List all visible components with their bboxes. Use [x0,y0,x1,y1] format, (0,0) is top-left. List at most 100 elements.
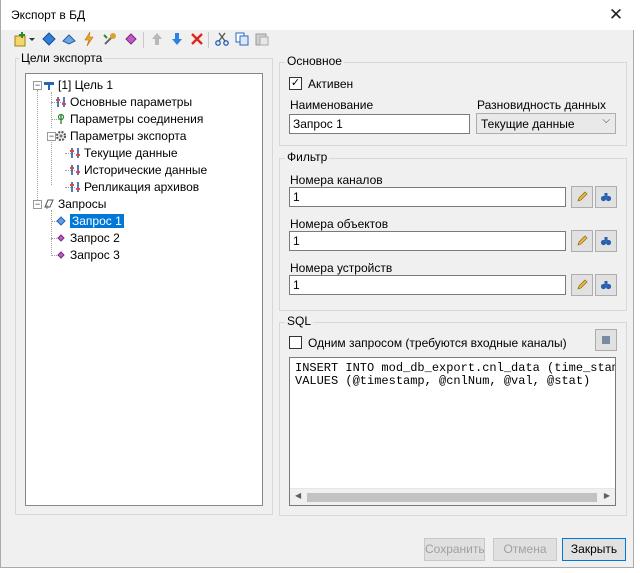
tree-node-query-2[interactable]: Запрос 2 [55,230,120,247]
find-objects-button[interactable] [595,230,617,252]
add-item-2-icon[interactable] [61,31,77,47]
data-kind-label: Разновидность данных [477,98,606,112]
scroll-left-icon[interactable]: ◀ [295,491,301,500]
edit-objects-button[interactable] [571,230,593,252]
expander-target-1[interactable]: − [33,81,42,90]
find-channels-button[interactable] [595,186,617,208]
active-label: Активен [308,77,354,91]
channels-label: Номера каналов [290,173,383,187]
expander-queries[interactable]: − [33,200,42,209]
target-icon [44,82,54,90]
query-icon [57,234,65,242]
square-icon [602,336,610,344]
pencil-icon [577,279,588,290]
delete-icon[interactable] [189,31,205,47]
tree-node-export-params[interactable]: Параметры экспорта [55,128,186,145]
settings-icon [70,165,80,175]
pencil-icon [577,235,588,246]
binoculars-icon [600,237,612,246]
tree-node-historical-data[interactable]: Исторические данные [69,162,207,179]
save-button[interactable]: Сохранить [424,538,485,561]
scrollbar-thumb[interactable] [307,493,597,502]
query-icon [57,251,65,259]
channels-field[interactable]: 1 [289,187,566,207]
sql-options-button[interactable] [595,329,617,351]
objects-field[interactable]: 1 [289,231,566,251]
sql-horizontal-scrollbar[interactable]: ◀ ▶ [290,488,615,505]
tree-node-label: Исторические данные [84,163,208,177]
devices-label: Номера устройств [290,261,393,275]
tree-node-label: [1] Цель 1 [58,78,114,92]
pencil-icon [577,191,588,202]
add-item-icon[interactable] [41,31,57,47]
move-up-icon[interactable] [149,31,165,47]
single-query-label: Одним запросом (требуются входные каналы… [308,336,567,350]
title-bar: Экспорт в БД ✕ [1,0,635,30]
settings-icon [70,148,80,158]
filter-group-title: Фильтр [285,150,330,164]
tree-node-connection[interactable]: Параметры соединения [55,111,203,128]
tree-node-archive-replication[interactable]: Репликация архивов [69,179,199,196]
query-icon [56,216,66,226]
tree-node-queries[interactable]: Запросы [43,196,106,213]
tree-node-label: Параметры соединения [70,112,204,126]
tree-node-label: Параметры экспорта [70,129,187,143]
copy-icon[interactable] [234,31,250,47]
general-group-title: Основное [285,54,344,68]
scroll-right-icon[interactable]: ▶ [604,491,610,500]
tree-node-label: Запросы [58,197,107,211]
tree-node-query-3[interactable]: Запрос 3 [55,247,120,264]
devices-field[interactable]: 1 [289,275,566,295]
window-title: Экспорт в БД [11,8,86,22]
connection-icon [57,113,65,124]
tree-node-label: Репликация архивов [84,180,200,194]
tree-node-label: Основные параметры [70,95,193,109]
edit-devices-button[interactable] [571,274,593,296]
tools-icon[interactable] [102,31,118,47]
gem-icon[interactable] [123,31,139,47]
cancel-button[interactable]: Отмена [493,538,557,561]
settings-icon [56,97,66,107]
queries-icon [44,199,54,209]
edit-channels-button[interactable] [571,186,593,208]
targets-tree[interactable]: − − − [1] Цель 1 Основные параметры Пара… [25,73,263,506]
single-query-checkbox[interactable] [289,336,302,349]
active-checkbox[interactable]: ✓ [289,77,302,90]
tree-node-label: Текущие данные [84,146,178,160]
lightning-icon[interactable] [81,31,97,47]
add-target-icon[interactable] [13,31,29,47]
tree-node-label: Запрос 1 [70,214,124,228]
gear-icon [55,130,67,142]
tree-line [37,90,38,208]
tree-node-target-1[interactable]: [1] Цель 1 [43,77,113,94]
cut-icon[interactable] [214,31,230,47]
targets-group-title: Цели экспорта [19,51,105,65]
name-label: Наименование [290,98,374,112]
chevron-down-icon: ⌵ [602,115,610,126]
tree-node-general[interactable]: Основные параметры [55,94,192,111]
toolbar-separator [208,32,209,48]
close-window-button[interactable]: ✕ [603,3,629,27]
sql-text: INSERT INTO mod_db_export.cnl_data (time… [295,361,616,388]
data-kind-select[interactable]: Текущие данные ⌵ [476,113,616,134]
dropdown-arrow-icon[interactable] [28,31,36,47]
settings-icon [70,182,80,192]
paste-icon[interactable] [254,31,270,47]
tree-node-query-1[interactable]: Запрос 1 [55,213,124,230]
close-button[interactable]: Закрыть [562,538,626,561]
tree-line [51,142,52,185]
move-down-icon[interactable] [169,31,185,47]
data-kind-value: Текущие данные [481,117,575,131]
export-dialog: Экспорт в БД ✕ Цели экспорта − − − [1] Ц… [0,0,635,568]
tree-node-current-data[interactable]: Текущие данные [69,145,178,162]
name-field[interactable]: Запрос 1 [289,114,470,134]
find-devices-button[interactable] [595,274,617,296]
tree-node-label: Запрос 2 [70,231,120,245]
toolbar-separator [143,32,144,48]
toolbar [9,30,629,50]
binoculars-icon [600,193,612,202]
tree-node-label: Запрос 3 [70,248,120,262]
sql-group-title: SQL [285,314,314,328]
sql-editor[interactable]: INSERT INTO mod_db_export.cnl_data (time… [289,357,616,506]
binoculars-icon [600,281,612,290]
